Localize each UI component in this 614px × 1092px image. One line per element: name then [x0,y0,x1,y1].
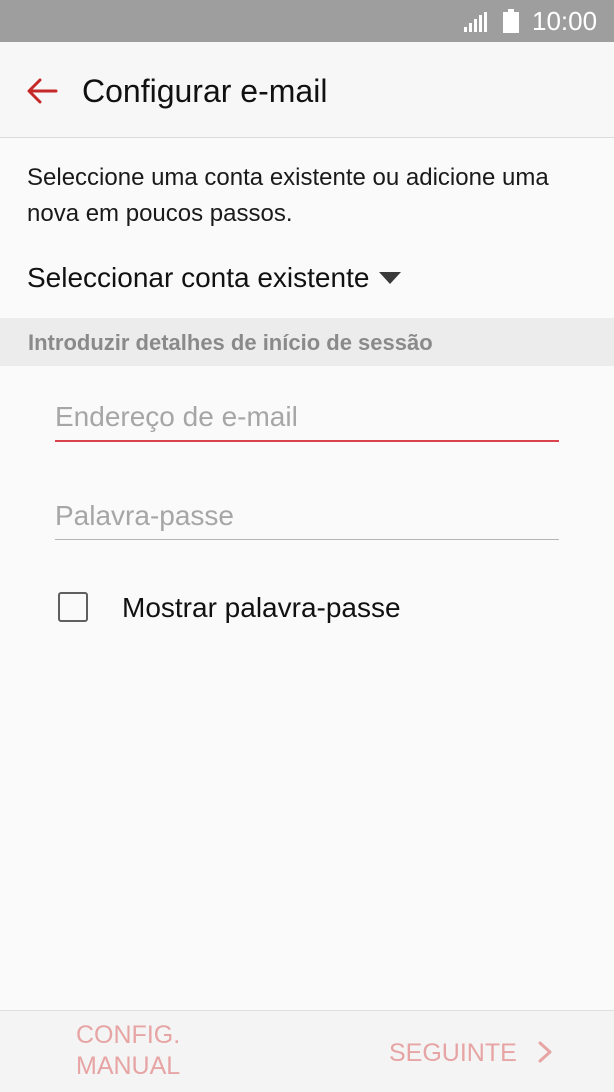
intro-text: Seleccione uma conta existente ou adicio… [27,164,549,227]
manual-config-button[interactable]: CONFIG. MANUAL [76,1020,236,1082]
password-field[interactable] [55,492,559,540]
dropdown-triangle-icon [379,271,402,284]
next-button-label: SEGUINTE [389,1039,517,1067]
select-existing-account-label: Seleccionar conta existente [27,262,370,293]
show-password-checkbox[interactable] [58,592,88,622]
bottom-action-bar: CONFIG. MANUAL SEGUINTE [0,1010,614,1092]
section-header-label: Introduzir detalhes de início de sessão [28,330,433,355]
status-time: 10:00 [532,6,598,36]
app-bar: Configurar e-mail [0,42,614,138]
page-title: Configurar e-mail [82,73,328,109]
status-bar: 10:00 [0,0,614,42]
next-button[interactable]: SEGUINTE [389,1037,553,1069]
battery-icon [503,9,519,33]
select-existing-account-dropdown[interactable]: Seleccionar conta existente [27,258,402,298]
signal-icon [464,12,487,32]
login-details-section-header: Introduzir detalhes de início de sessão [0,318,614,366]
email-field[interactable] [55,394,559,442]
show-password-label: Mostrar palavra-passe [122,592,401,623]
back-arrow-icon[interactable] [26,78,58,104]
chevron-right-icon [538,1041,552,1063]
